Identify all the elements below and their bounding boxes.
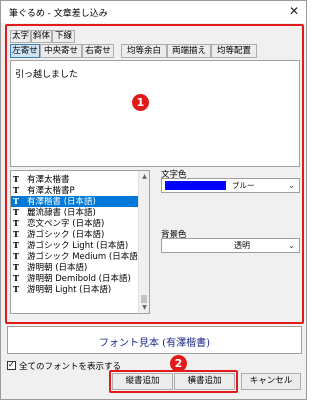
truetype-font-icon: T — [13, 196, 19, 206]
bg-color-value: 透明 — [234, 241, 250, 250]
underline-button[interactable]: 下線 — [52, 30, 75, 43]
truetype-font-icon: T — [13, 284, 19, 294]
callout-marker-1: 1 — [132, 94, 149, 111]
align-left-button[interactable]: 左寄せ — [10, 44, 40, 58]
scroll-up-icon[interactable]: ▲ — [139, 171, 149, 182]
font-list-item[interactable]: T 有澤太楷書 — [11, 174, 139, 185]
truetype-font-icon: T — [13, 218, 19, 228]
font-name: 有澤太楷書P — [27, 186, 75, 196]
font-name: 游明朝 Demibold (日本語) — [27, 274, 131, 284]
font-list-item[interactable]: T 游明朝 Demibold (日本語) — [11, 273, 139, 284]
font-list-item[interactable]: T 游ゴシック (日本語) — [11, 229, 139, 240]
font-preview-text: フォント見本 (有澤楷書) — [99, 338, 210, 349]
text-color-select[interactable]: ブルー ⌄ — [161, 178, 300, 193]
justify-button[interactable]: 両端揃え — [167, 44, 211, 58]
text-color-swatch — [165, 181, 226, 190]
cancel-button[interactable]: キャンセル — [241, 373, 301, 390]
font-list-scrollbar[interactable]: ▲ ▼ — [138, 171, 149, 313]
distribute-button[interactable]: 均等配置 — [211, 44, 257, 58]
truetype-font-icon: T — [13, 185, 19, 195]
truetype-font-icon: T — [13, 240, 19, 250]
truetype-font-icon: T — [13, 273, 19, 283]
show-all-fonts-label: 全てのフォントを表示する — [19, 362, 122, 372]
bold-button[interactable]: 太字 — [10, 30, 31, 43]
close-icon[interactable]: ✕ — [285, 3, 303, 20]
font-list-item[interactable]: T 游明朝 Light (日本語) — [11, 284, 139, 295]
font-list-item[interactable]: T 有澤太楷書P — [11, 185, 139, 196]
font-name: 麗流隷書 (日本語) — [27, 208, 96, 218]
truetype-font-icon: T — [13, 174, 19, 184]
truetype-font-icon: T — [13, 251, 19, 261]
font-list-item[interactable]: T 麗流隷書 (日本語) — [11, 207, 139, 218]
align-center-button[interactable]: 中央寄せ — [40, 44, 82, 58]
font-list-item[interactable]: T 游ゴシック Medium (日本語) — [11, 251, 139, 262]
font-name: 有澤楷書 (日本語) — [27, 197, 96, 207]
font-name: 有澤太楷書 — [27, 175, 70, 185]
italic-button[interactable]: 斜体 — [31, 30, 52, 43]
font-list-item[interactable]: T 游ゴシック Light (日本語) — [11, 240, 139, 251]
font-list-item[interactable]: T 恋文ペン字 (日本語) — [11, 218, 139, 229]
align-right-button[interactable]: 右寄せ — [82, 44, 114, 58]
font-name: 恋文ペン字 (日本語) — [27, 219, 105, 229]
font-preview: フォント見本 (有澤楷書) — [7, 326, 302, 354]
chevron-down-icon: ⌄ — [288, 241, 295, 250]
bg-color-select[interactable]: 透明 ⌄ — [161, 238, 300, 253]
show-all-fonts-checkbox[interactable]: ✓ — [7, 360, 16, 370]
truetype-font-icon: T — [13, 229, 19, 239]
font-list-item[interactable]: T 游明朝 (日本語) — [11, 262, 139, 273]
truetype-font-icon: T — [13, 207, 19, 217]
font-name: 游明朝 Light (日本語) — [27, 285, 112, 295]
font-list[interactable]: T 有澤太楷書 T 有澤太楷書P T 有澤楷書 (日本語) T 麗流隷書 (日本語) T 恋文ペン… — [10, 170, 150, 314]
window-title: 筆ぐるめ - 文章差し込み — [9, 9, 108, 19]
even-margin-button[interactable]: 均等余白 — [121, 44, 167, 58]
checkmark-icon: ✓ — [8, 360, 15, 369]
horizontal-add-button[interactable]: 横書追加 — [174, 373, 235, 390]
truetype-font-icon: T — [13, 262, 19, 272]
text-color-value: ブルー — [232, 181, 255, 190]
title-bar: 筆ぐるめ - 文章差し込み ✕ — [1, 1, 306, 23]
font-name: 游ゴシック Medium (日本語) — [27, 252, 139, 262]
font-name: 游明朝 (日本語) — [27, 263, 88, 273]
message-text: 引っ越しました — [15, 70, 79, 80]
font-list-item[interactable]: T 有澤楷書 (日本語) — [11, 196, 139, 207]
vertical-add-button[interactable]: 縦書追加 — [112, 373, 173, 390]
chevron-down-icon: ⌄ — [288, 181, 295, 190]
scroll-down-icon[interactable]: ▼ — [139, 302, 149, 313]
dialog-window: 筆ぐるめ - 文章差し込み ✕ 太字 斜体 下線 左寄せ 中央寄せ 右寄せ 均等… — [0, 0, 307, 400]
message-text-area[interactable]: 引っ越しました — [10, 60, 300, 167]
font-name: 游ゴシック Light (日本語) — [27, 241, 129, 251]
font-name: 游ゴシック (日本語) — [27, 230, 105, 240]
